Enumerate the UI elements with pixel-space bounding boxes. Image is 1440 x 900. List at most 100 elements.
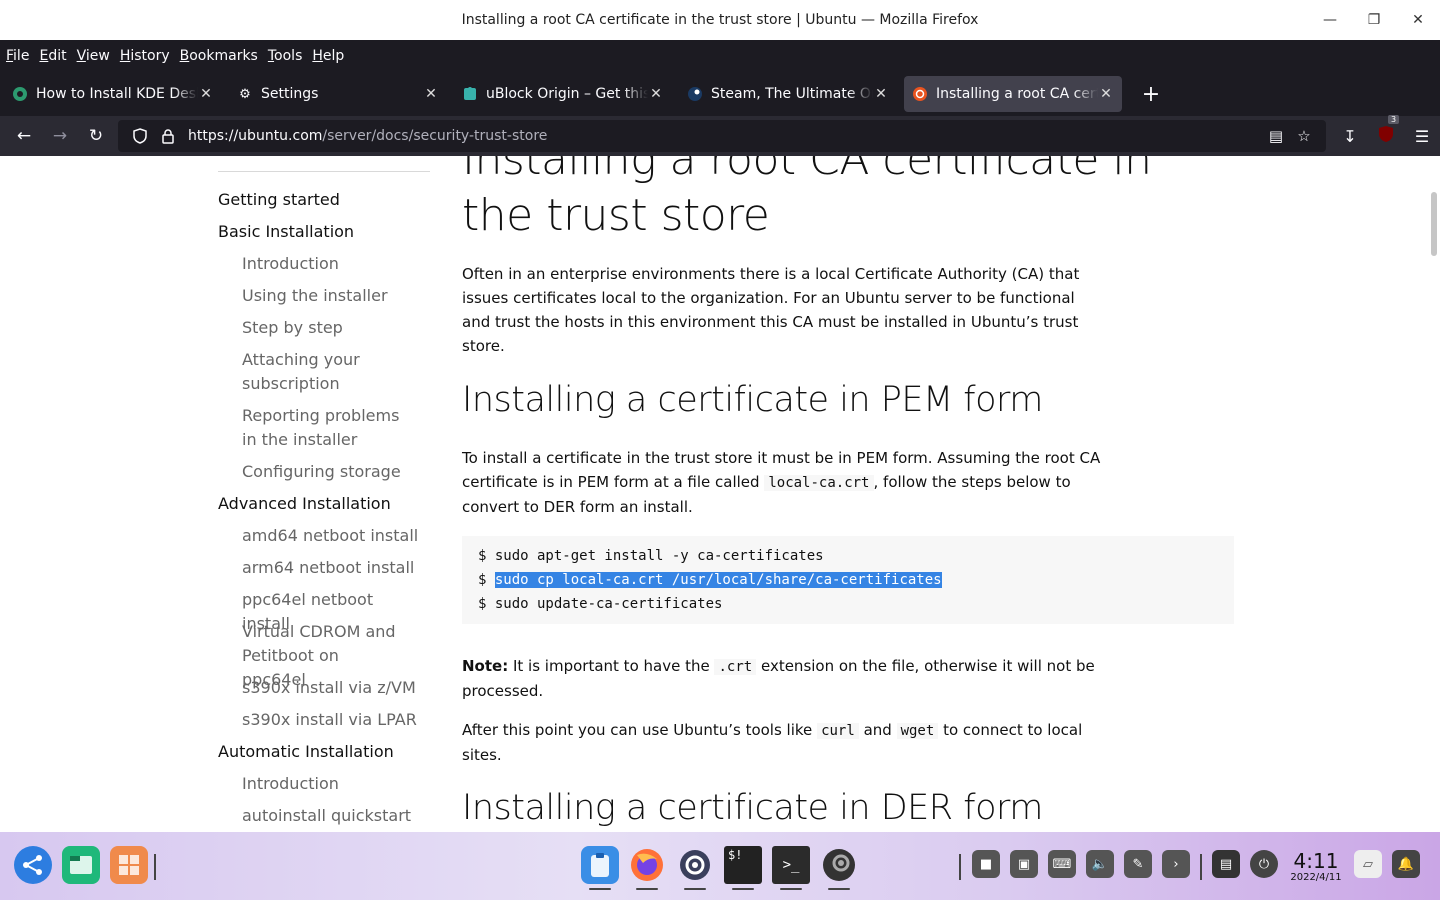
ubuntu-icon bbox=[912, 86, 928, 102]
url-bar[interactable]: https://ubuntu.com/server/docs/security-… bbox=[118, 120, 1326, 152]
ublock-icon[interactable]: 3 bbox=[1368, 115, 1404, 147]
tab-ublock[interactable]: uBlock Origin – Get this Extension ✕ bbox=[454, 76, 672, 112]
taskbar-clock[interactable]: 4:11 2022/4/11 bbox=[1290, 850, 1342, 884]
shield-icon[interactable] bbox=[126, 128, 154, 144]
sidebar-item[interactable]: Advanced Installation bbox=[218, 492, 391, 516]
konsole-icon[interactable]: >_ bbox=[772, 846, 810, 890]
sidebar-item[interactable]: Configuring storage bbox=[242, 460, 422, 484]
sidebar-item[interactable]: s390x install via LPAR bbox=[242, 708, 422, 732]
app-store-icon[interactable] bbox=[110, 846, 148, 884]
keyboard-icon[interactable]: ⌨ bbox=[1048, 850, 1076, 878]
screen-icon[interactable]: ▣ bbox=[1010, 850, 1038, 878]
sidebar-item[interactable]: amd64 netboot install bbox=[242, 524, 422, 548]
forward-icon[interactable]: → bbox=[42, 120, 78, 152]
menu-edit[interactable]: Edit bbox=[39, 48, 66, 64]
expand-tray-icon[interactable]: › bbox=[1162, 850, 1190, 878]
tab-label: Installing a root CA certificate bbox=[936, 86, 1098, 102]
steam-app-icon[interactable] bbox=[820, 846, 858, 890]
intro-paragraph: Often in an enterprise environments ther… bbox=[462, 265, 1080, 355]
code-block[interactable]: $ sudo apt-get install -y ca-certificate… bbox=[462, 536, 1234, 624]
settings-app-icon[interactable] bbox=[676, 846, 714, 890]
sidebar-item[interactable]: Basic Installation bbox=[218, 220, 354, 244]
tab-label: uBlock Origin – Get this Extension bbox=[486, 86, 648, 102]
tab-steam[interactable]: Steam, The Ultimate Online Game Platform… bbox=[679, 76, 897, 112]
prompt-glyph: >_ bbox=[782, 857, 800, 873]
hamburger-menu-icon[interactable]: ☰ bbox=[1404, 127, 1440, 146]
clock-date: 2022/4/11 bbox=[1290, 872, 1342, 883]
bookmark-star-icon[interactable]: ☆ bbox=[1290, 127, 1318, 145]
sidebar-item[interactable]: Getting started bbox=[218, 188, 340, 212]
sidebar-item[interactable]: Reporting problems in the installer bbox=[242, 404, 417, 452]
menu-bookmarks[interactable]: Bookmarks bbox=[180, 48, 258, 64]
code-command: sudo apt-get install -y ca-certificates bbox=[494, 548, 824, 564]
note-label: Note: bbox=[462, 657, 509, 675]
note-text-1: It is important to have the bbox=[512, 657, 710, 675]
menu-help[interactable]: Help bbox=[312, 48, 344, 64]
volume-icon[interactable]: 🔈 bbox=[1086, 850, 1114, 878]
notification-bell-icon[interactable]: 🔔 bbox=[1392, 850, 1420, 878]
code-command-selected: sudo cp local-ca.crt /usr/local/share/ca… bbox=[494, 572, 942, 588]
window-controls: — ❐ ✕ bbox=[1308, 0, 1440, 40]
code-prompt: $ bbox=[478, 596, 495, 612]
tab-close-icon[interactable]: ✕ bbox=[198, 86, 214, 102]
running-indicator bbox=[828, 888, 850, 890]
pen-icon[interactable]: ✎ bbox=[1124, 850, 1152, 878]
lock-icon[interactable] bbox=[154, 128, 182, 144]
tab-kde[interactable]: How to Install KDE Desktop ✕ bbox=[4, 76, 222, 112]
sidebar-item[interactable]: Automatic Installation bbox=[218, 740, 394, 764]
tab-settings[interactable]: ⚙ Settings ✕ bbox=[229, 76, 447, 112]
section-heading-pem: Installing a certificate in PEM form bbox=[462, 380, 1043, 420]
page-scrollbar[interactable] bbox=[1428, 156, 1440, 832]
tray-icon-square[interactable]: ■ bbox=[972, 850, 1000, 878]
firefox-icon[interactable] bbox=[628, 846, 666, 890]
after-paragraph: After this point you can use Ubuntu’s to… bbox=[462, 718, 1102, 767]
tab-close-icon[interactable]: ✕ bbox=[423, 86, 439, 102]
note-paragraph: Note: It is important to have the .crt e… bbox=[462, 654, 1102, 703]
reader-view-icon[interactable]: ▤ bbox=[1262, 127, 1290, 145]
after-text-1: After this point you can use Ubuntu’s to… bbox=[462, 721, 813, 739]
menu-file[interactable]: File bbox=[6, 48, 29, 64]
back-icon[interactable]: ← bbox=[6, 120, 42, 152]
sidebar-item[interactable]: Introduction bbox=[242, 252, 422, 276]
tab-label: Settings bbox=[261, 86, 319, 102]
sidebar-item[interactable]: Introduction bbox=[242, 772, 422, 796]
sidebar-item[interactable]: s390x install via z/VM bbox=[242, 676, 422, 700]
new-tab-button[interactable]: + bbox=[1135, 82, 1167, 107]
reload-icon[interactable]: ↻ bbox=[78, 120, 114, 152]
running-indicator bbox=[732, 888, 754, 890]
url-text[interactable]: https://ubuntu.com/server/docs/security-… bbox=[188, 128, 547, 144]
clipboard-app-icon[interactable] bbox=[581, 846, 619, 890]
launcher-icon[interactable] bbox=[14, 846, 52, 884]
url-actions: ▤ ☆ bbox=[1262, 120, 1318, 152]
trash-icon[interactable]: ▱ bbox=[1354, 850, 1382, 878]
taskbar-separator bbox=[154, 854, 156, 880]
maximize-icon[interactable]: ❐ bbox=[1352, 0, 1396, 40]
close-icon[interactable]: ✕ bbox=[1396, 0, 1440, 40]
file-manager-icon[interactable] bbox=[62, 846, 100, 884]
notes-icon[interactable]: ▤ bbox=[1212, 850, 1240, 878]
sidebar-item[interactable]: arm64 netboot install bbox=[242, 556, 422, 580]
tab-ubuntu-active[interactable]: Installing a root CA certificate ✕ bbox=[904, 76, 1122, 112]
tab-close-icon[interactable]: ✕ bbox=[873, 86, 889, 102]
sidebar-item[interactable]: Using the installer bbox=[242, 284, 422, 308]
menu-view[interactable]: View bbox=[77, 48, 110, 64]
navigation-bar: ← → ↻ https://ubuntu.com/server/docs/sec… bbox=[0, 115, 1440, 156]
code-prompt: $ bbox=[478, 548, 495, 564]
power-icon[interactable]: ⏻ bbox=[1250, 850, 1278, 878]
menu-history[interactable]: History bbox=[120, 48, 170, 64]
tab-label: Steam, The Ultimate Online Game Platform bbox=[711, 86, 873, 102]
download-icon[interactable]: ↧ bbox=[1332, 127, 1368, 146]
menu-tools[interactable]: Tools bbox=[268, 48, 303, 64]
terminal-icon[interactable]: $! bbox=[724, 846, 762, 890]
sidebar-item[interactable]: Attaching your subscription bbox=[242, 348, 372, 396]
code-line: $ sudo cp local-ca.crt /usr/local/share/… bbox=[478, 568, 1218, 592]
tab-bar: How to Install KDE Desktop ✕ ⚙ Settings … bbox=[0, 72, 1440, 116]
tab-close-icon[interactable]: ✕ bbox=[648, 86, 664, 102]
sidebar-item[interactable]: Step by step bbox=[242, 316, 422, 340]
sidebar-item[interactable]: autoinstall quickstart bbox=[242, 804, 422, 828]
page-title: Installing a root CA certificate in the … bbox=[462, 156, 1152, 241]
scrollbar-thumb[interactable] bbox=[1431, 192, 1437, 256]
minimize-icon[interactable]: — bbox=[1308, 0, 1352, 40]
code-line: $ sudo update-ca-certificates bbox=[478, 592, 1218, 616]
tab-close-icon[interactable]: ✕ bbox=[1098, 86, 1114, 102]
